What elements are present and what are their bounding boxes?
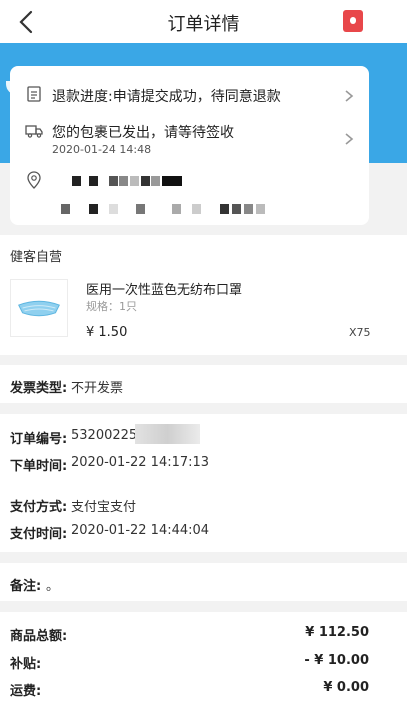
pay-time-label: 支付时间: — [10, 527, 68, 542]
note-label: 备注: — [10, 579, 42, 594]
total-label: 商品总额: — [10, 629, 68, 644]
refund-status-text[interactable]: 退款进度:申请提交成功，待同意退款 — [52, 86, 281, 106]
location-pin-icon — [24, 170, 44, 190]
truck-icon — [24, 120, 44, 140]
shipping-fee-value: ¥ 0.00 — [323, 680, 369, 695]
product-spec: 规格：1只 — [86, 300, 137, 313]
pay-method-label: 支付方式: — [10, 500, 68, 515]
order-time-value: 2020-01-22 14:17:13 — [71, 455, 210, 470]
invoice-value: 不开发票 — [71, 381, 124, 396]
shipping-fee-label: 运费: — [10, 684, 42, 699]
subsidy-value: - ¥ 10.00 — [304, 653, 369, 668]
shipping-status-text[interactable]: 您的包裹已发出，请等待签收 — [52, 122, 234, 142]
pay-time-value: 2020-01-22 14:44:04 — [71, 523, 210, 538]
nav-bar: 订单详情 — [0, 0, 407, 43]
shop-name: 健客自营 — [10, 250, 63, 265]
subsidy-label: 补贴: — [10, 657, 42, 672]
pay-method-value: 支付宝支付 — [71, 500, 137, 515]
product-quantity: X75 — [349, 326, 371, 339]
order-time-label: 下单时间: — [10, 459, 68, 474]
order-number-value: 53200225 — [71, 428, 138, 443]
status-card: 退款进度:申请提交成功，待同意退款 您的包裹已发出，请等待签收 2020-01-… — [10, 66, 369, 225]
note-value: 。 — [46, 579, 60, 594]
shipping-time: 2020-01-24 14:48 — [52, 143, 152, 156]
note-section — [0, 563, 407, 601]
redacted-order-number — [135, 424, 200, 444]
product-title[interactable]: 医用一次性蓝色无纺布口罩 — [86, 279, 242, 298]
product-price: ¥ 1.50 — [86, 325, 128, 340]
refund-doc-icon — [24, 84, 44, 104]
total-value: ¥ 112.50 — [305, 625, 369, 640]
chevron-right-icon[interactable] — [344, 131, 354, 145]
chevron-right-icon[interactable] — [344, 88, 354, 102]
order-number-label: 订单编号: — [10, 432, 68, 447]
product-image[interactable] — [10, 279, 68, 337]
invoice-label: 发票类型: — [10, 381, 68, 396]
message-icon[interactable] — [343, 10, 363, 32]
